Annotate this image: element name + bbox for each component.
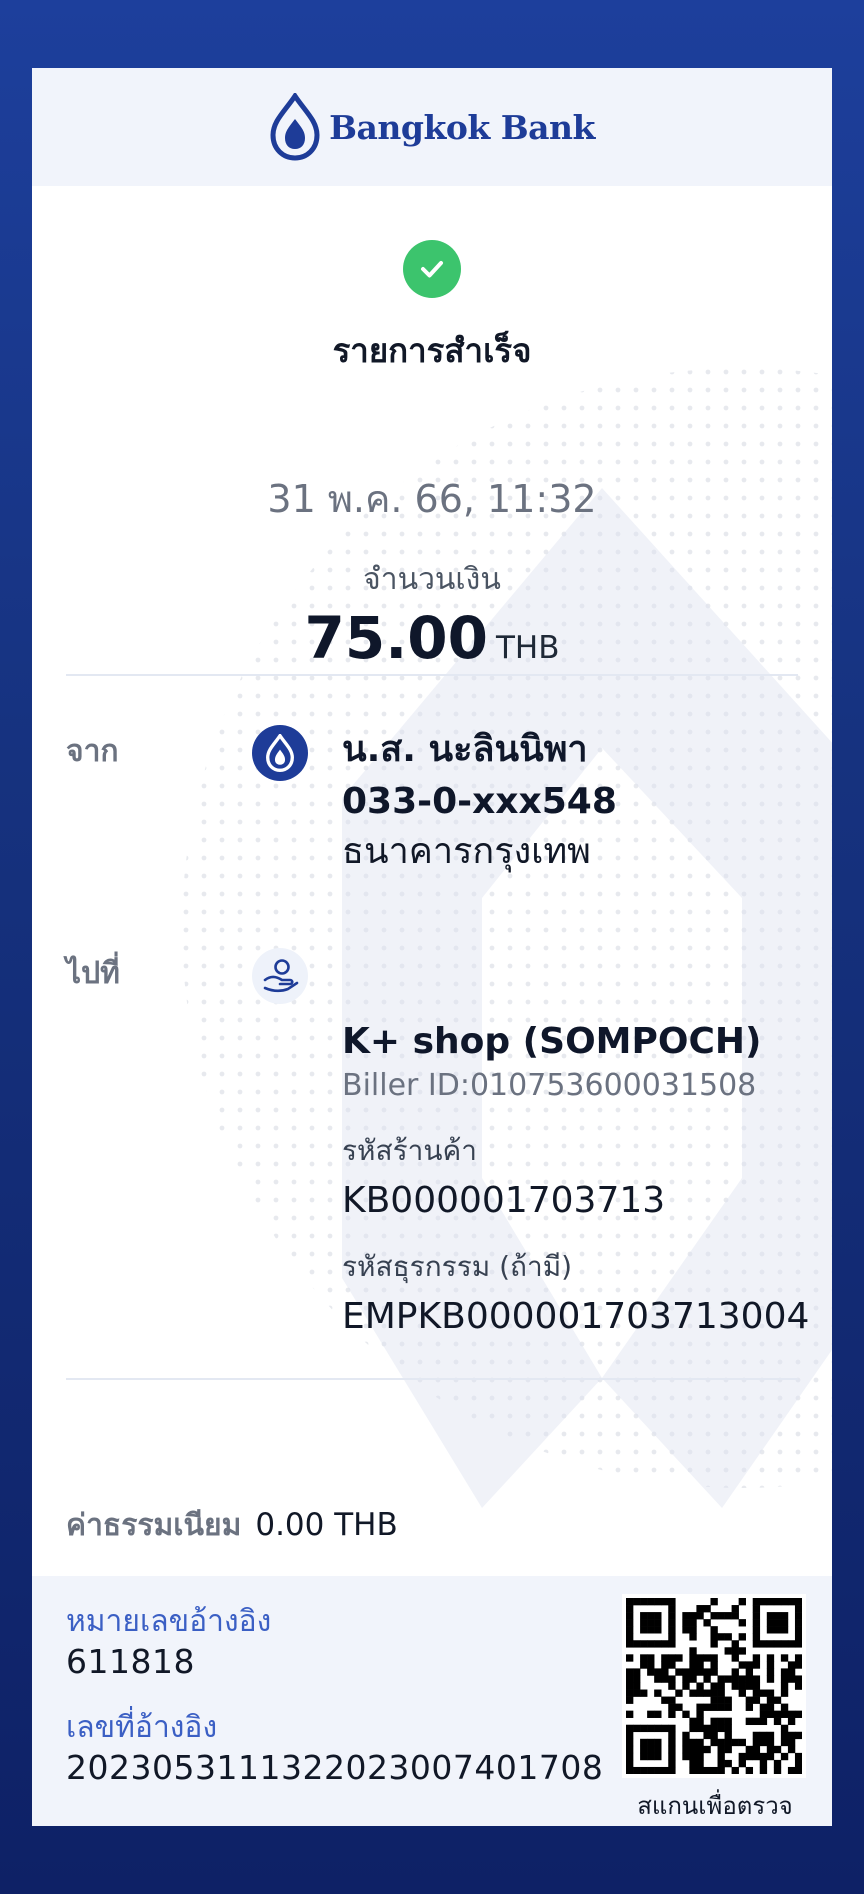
qr-caption: สแกนเพื่อตรวจสอบ — [637, 1792, 793, 1820]
qr-code-icon[interactable] — [622, 1594, 806, 1778]
ref2-value: 2023053111322023007401708 — [66, 1748, 604, 1787]
txn-code-label: รหัสธุรกรรม (ถ้ามี) — [342, 1250, 573, 1283]
bangkok-bank-icon — [252, 725, 308, 781]
amount-label: จำนวนเงิน — [363, 562, 501, 597]
fee-label: ค่าธรรมเนียม — [66, 1508, 242, 1543]
fee-row: ค่าธรรมเนียม 0.00 THB — [66, 1502, 398, 1549]
from-name: น.ส. นะลินนิพา — [342, 729, 588, 770]
from-label: จาก — [66, 734, 119, 769]
success-badge — [403, 240, 461, 298]
status-text: รายการสำเร็จ — [332, 331, 532, 370]
from-account: 033-0-xxx548 — [342, 781, 617, 822]
biller-hand-icon — [252, 948, 308, 1004]
divider — [66, 674, 798, 676]
store-code: KB000001703713 — [342, 1180, 666, 1221]
lotus-icon — [270, 93, 320, 161]
card-header: Bangkok Bank — [32, 68, 832, 186]
divider — [66, 1378, 798, 1380]
ref2-label: เลขที่อ้างอิง — [66, 1710, 218, 1745]
to-label: ไปที่ — [66, 956, 120, 991]
to-details: K+ shop (SOMPOCH) Biller ID:010753600031… — [342, 1016, 812, 1341]
amount-display: 75.00 THB — [32, 604, 832, 672]
txn-code: EMPKB000001703713004 — [342, 1296, 810, 1337]
from-bank: ธนาคารกรุงเทพ — [342, 831, 591, 872]
to-name: K+ shop (SOMPOCH) — [342, 1021, 762, 1062]
transaction-datetime: 31 พ.ค. 66, 11:32 — [267, 477, 597, 521]
from-details: น.ส. นะลินนิพา 033-0-xxx548 ธนาคารกรุงเท… — [342, 724, 617, 876]
receipt-card: Bangkok Bank รายการสำเร็จ 31 พ.ค. 66, 11… — [32, 68, 832, 1826]
bank-name: Bangkok Bank — [329, 107, 595, 147]
amount-value: 75.00 — [304, 604, 488, 672]
biller-id: Biller ID:010753600031508 — [342, 1068, 757, 1103]
fee-value: 0.00 THB — [255, 1507, 398, 1543]
ref1-value: 611818 — [66, 1642, 195, 1681]
amount-currency: THB — [495, 630, 560, 666]
ref1-label: หมายเลขอ้างอิง — [66, 1604, 272, 1639]
store-code-label: รหัสร้านค้า — [342, 1134, 477, 1167]
bangkok-bank-logo: Bangkok Bank — [269, 93, 595, 161]
reference-footer: หมายเลขอ้างอิง 611818 เลขที่อ้างอิง 2023… — [32, 1576, 832, 1826]
check-icon — [421, 261, 443, 278]
